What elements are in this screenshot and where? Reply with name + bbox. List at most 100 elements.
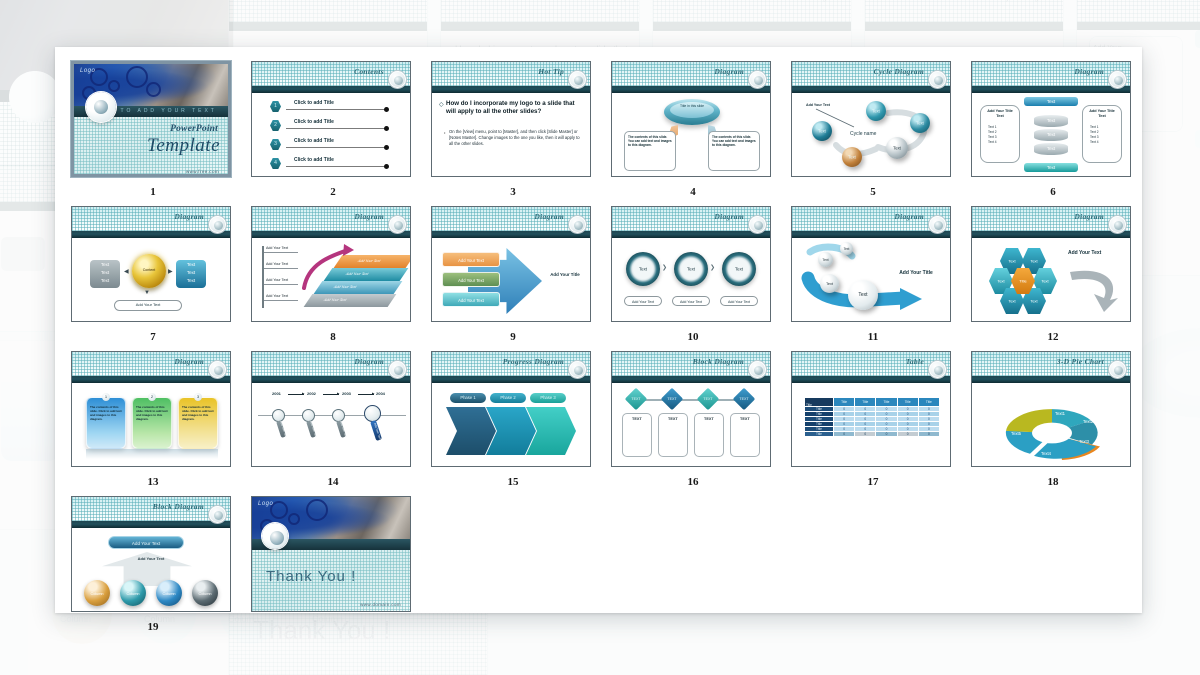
slide-cell-15[interactable]: Progress Diagram Phase 1 Phase 2 Phase 3… bbox=[423, 347, 603, 492]
row-label-1: Add Your Text bbox=[266, 246, 289, 250]
ring-1: Text bbox=[626, 252, 660, 286]
slide-thumb-3[interactable]: Hot Tip ◇ How do I incorporate my logo t… bbox=[431, 61, 591, 177]
slide-thumb-2[interactable]: Contents 1 2 3 4 Click to add Title Clic… bbox=[251, 61, 411, 177]
globe-icon bbox=[1109, 361, 1126, 378]
slide-thumb-11[interactable]: Diagram Text Text Text Text Add Your Tit… bbox=[791, 206, 951, 322]
slide-thumb-7[interactable]: Diagram Text Text Text Text Text Text Co… bbox=[71, 206, 231, 322]
table-cell: 0 bbox=[855, 407, 876, 411]
table-cell: 0 bbox=[834, 427, 855, 431]
phase-tag-2: Phase 2 bbox=[490, 393, 526, 403]
slide-cell-7[interactable]: Diagram Text Text Text Text Text Text Co… bbox=[63, 202, 243, 347]
globe-icon bbox=[569, 71, 586, 88]
cycle-node-2: Text bbox=[910, 113, 930, 133]
row-label-2: Add Your Text bbox=[266, 262, 289, 266]
slide-number-15: 15 bbox=[507, 476, 519, 488]
slide-header-bar-16 bbox=[612, 376, 770, 383]
node-1: Text bbox=[840, 242, 853, 255]
globe-icon bbox=[749, 71, 766, 88]
table-cell: 0 bbox=[918, 427, 939, 431]
slide-number-6: 6 bbox=[1050, 186, 1056, 198]
slide-cell-20[interactable]: Logo Thank You ! www.domain.com 20 bbox=[243, 492, 423, 637]
table-col-2: Title bbox=[855, 398, 876, 406]
slide-thumb-5[interactable]: Cycle Diagram Add Your Text Cycle name T… bbox=[791, 61, 951, 177]
slide-thumb-6[interactable]: Diagram Text Text Text Text Text Add You… bbox=[971, 61, 1131, 177]
slide-thumb-13[interactable]: Diagram 1 2 3 The contents of this slide… bbox=[71, 351, 231, 467]
slide-cell-16[interactable]: Block Diagram TEXT TEXT TEXT TEXT TEXT T… bbox=[603, 347, 783, 492]
slide-header-title-18: 3-D Pie Chart bbox=[1056, 357, 1104, 366]
slide-thumb-15[interactable]: Progress Diagram Phase 1 Phase 2 Phase 3 bbox=[431, 351, 591, 467]
table-row: Title 0 0 0 0 0 bbox=[805, 412, 939, 416]
pie-chart: Text1 Text2 Text3 Text4 Text5 bbox=[1005, 409, 1100, 461]
slide-number-2: 2 bbox=[330, 186, 336, 198]
bar-1: Add Your Text bbox=[442, 252, 500, 267]
table-cell: 0 bbox=[876, 412, 897, 416]
table-row-label-6: Title bbox=[805, 432, 833, 436]
left-info-title: Add Your Title Text bbox=[987, 109, 1013, 118]
slide-thumb-8[interactable]: Diagram Add Your Text Add Your Text Add … bbox=[251, 206, 411, 322]
table-cell: 0 bbox=[918, 422, 939, 426]
globe-icon bbox=[929, 361, 946, 378]
slide-thumb-19[interactable]: Block Diagram Add Your Text Add Your Tex… bbox=[71, 496, 231, 612]
slide-sorter-panel: Logo WRITE TO ADD YOUR TEXT PowerPoint T… bbox=[55, 47, 1143, 633]
cycle-center-label: Cycle name bbox=[850, 131, 877, 137]
slide-cell-12[interactable]: Diagram Text Text Text Text Text Text Ti… bbox=[963, 202, 1143, 347]
slide-thumb-10[interactable]: Diagram Text Text Text ❯ ❯ Add Your Text… bbox=[611, 206, 771, 322]
slide-header-2: Contents bbox=[252, 62, 410, 86]
slide-cell-8[interactable]: Diagram Add Your Text Add Your Text Add … bbox=[243, 202, 423, 347]
slide-cell-19[interactable]: Block Diagram Add Your Text Add Your Tex… bbox=[63, 492, 243, 637]
thanks-title: Thank You ! bbox=[266, 568, 357, 585]
slide-cell-17[interactable]: Table Title Title Title Title Title Titl… bbox=[783, 347, 963, 492]
table-cell: 0 bbox=[855, 422, 876, 426]
slide-cell-2[interactable]: Contents 1 2 3 4 Click to add Title Clic… bbox=[243, 57, 423, 202]
slide-cell-4[interactable]: Diagram Title in this slide The contents… bbox=[603, 57, 783, 202]
slide-cell-6[interactable]: Diagram Text Text Text Text Text Add You… bbox=[963, 57, 1143, 202]
slide-cell-5[interactable]: Cycle Diagram Add Your Text Cycle name T… bbox=[783, 57, 963, 202]
slide-thumb-4[interactable]: Diagram Title in this slide The contents… bbox=[611, 61, 771, 177]
card-body-1: The contents of this slide. Click to add… bbox=[90, 405, 122, 422]
ring-caption-3: Add Your Text bbox=[720, 296, 758, 306]
slide-thumb-17[interactable]: Table Title Title Title Title Title Titl… bbox=[791, 351, 951, 467]
slide-header-title-13: Diagram bbox=[174, 357, 204, 366]
slide-number-17: 17 bbox=[867, 476, 879, 488]
table-cell: 0 bbox=[876, 407, 897, 411]
table-corner-label: Title bbox=[806, 403, 812, 407]
text-card-label-4: TEXT bbox=[740, 417, 750, 421]
slide-number-8: 8 bbox=[330, 331, 336, 343]
card-body-2: The contents of this slide. Click to add… bbox=[136, 405, 168, 422]
slide-thumb-1[interactable]: Logo WRITE TO ADD YOUR TEXT PowerPoint T… bbox=[70, 60, 232, 178]
slide-header-8: Diagram bbox=[252, 207, 410, 231]
slide-thumb-9[interactable]: Diagram Add Your Text Add Your Text Add … bbox=[431, 206, 591, 322]
slide-header-5: Cycle Diagram bbox=[792, 62, 950, 86]
table-row-label-3: Title bbox=[805, 417, 833, 421]
slide-thumb-18[interactable]: 3-D Pie Chart Text1 Text2 Text3 Text4 Te… bbox=[971, 351, 1131, 467]
slide-cell-1[interactable]: Logo WRITE TO ADD YOUR TEXT PowerPoint T… bbox=[63, 57, 243, 202]
slide-thumb-12[interactable]: Diagram Text Text Text Text Text Text Ti… bbox=[971, 206, 1131, 322]
cycle-node-1: Text bbox=[866, 101, 886, 121]
slide-cell-9[interactable]: Diagram Add Your Text Add Your Text Add … bbox=[423, 202, 603, 347]
slide-cell-14[interactable]: Diagram 2001 2002 2003 2004 ▸ ▸ ▸ Add Yo… bbox=[243, 347, 423, 492]
slide-thumb-16[interactable]: Block Diagram TEXT TEXT TEXT TEXT TEXT T… bbox=[611, 351, 771, 467]
contents-label-3: Click to add Title bbox=[294, 138, 334, 144]
slide-cell-18[interactable]: 3-D Pie Chart Text1 Text2 Text3 Text4 Te… bbox=[963, 347, 1143, 492]
stair-label-4: Add Your Text bbox=[356, 259, 382, 263]
slide-header-16: Block Diagram bbox=[612, 352, 770, 376]
slide-header-title-17: Table bbox=[905, 357, 924, 366]
globe-icon bbox=[1109, 216, 1126, 233]
slide-cell-11[interactable]: Diagram Text Text Text Text Add Your Tit… bbox=[783, 202, 963, 347]
diamond-2: TEXT bbox=[660, 387, 684, 411]
slide-thumb-14[interactable]: Diagram 2001 2002 2003 2004 ▸ ▸ ▸ Add Yo… bbox=[251, 351, 411, 467]
table-cell: 0 bbox=[834, 407, 855, 411]
slide-cell-3[interactable]: Hot Tip ◇ How do I incorporate my logo t… bbox=[423, 57, 603, 202]
table-cell: 0 bbox=[897, 407, 918, 411]
phase-tag-1: Phase 1 bbox=[450, 393, 486, 403]
cycle-node-3: Text bbox=[886, 137, 908, 159]
slide-cell-10[interactable]: Diagram Text Text Text ❯ ❯ Add Your Text… bbox=[603, 202, 783, 347]
slide-header-bar-5 bbox=[792, 86, 950, 93]
slide-header-title-15: Progress Diagram bbox=[502, 357, 564, 366]
slide-thumb-20[interactable]: Logo Thank You ! www.domain.com bbox=[251, 496, 411, 612]
slide-cell-13[interactable]: Diagram 1 2 3 The contents of this slide… bbox=[63, 347, 243, 492]
slide-header-title-11: Diagram bbox=[894, 212, 924, 221]
text-card-label-2: TEXT bbox=[668, 417, 678, 421]
diamond-4: TEXT bbox=[732, 387, 756, 411]
globe-icon bbox=[209, 361, 226, 378]
